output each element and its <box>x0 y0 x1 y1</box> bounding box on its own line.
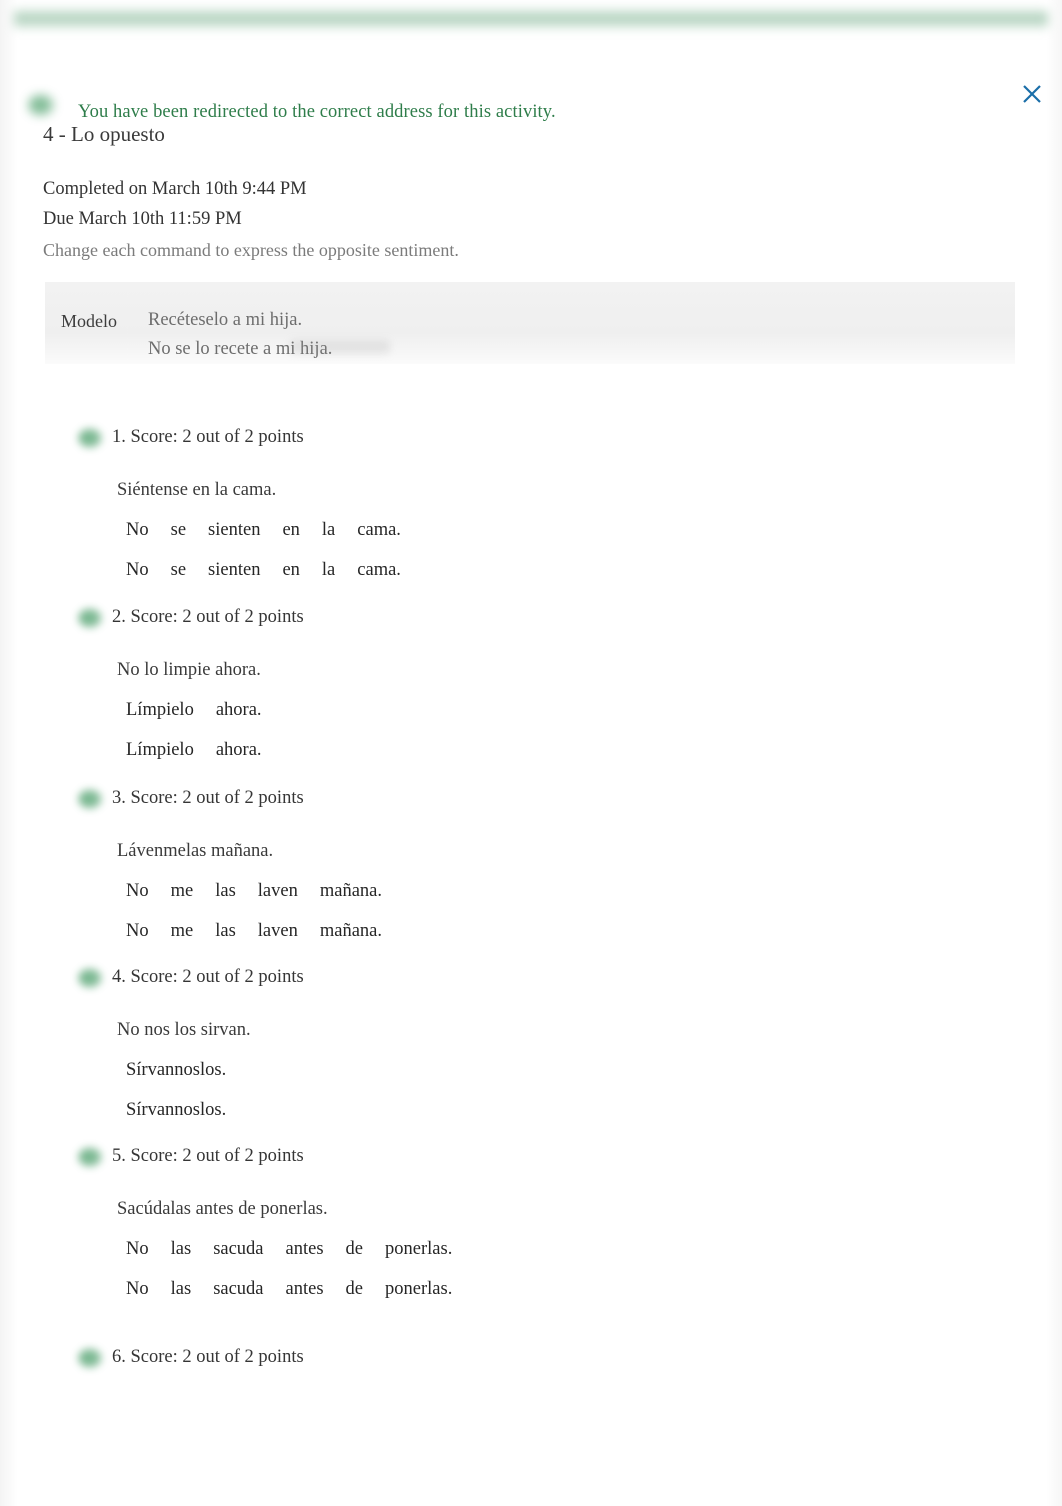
question-prompt: Sacúdalas antes de ponerlas. <box>117 1199 328 1219</box>
answer-word: antes <box>285 1239 324 1259</box>
answer-word: No <box>126 520 149 540</box>
answer-word: sienten <box>208 560 261 580</box>
answer-word: sacuda <box>213 1239 264 1259</box>
answer-word: me <box>170 881 194 901</box>
question-item: 1. Score: 2 out of 2 points Siéntense en … <box>0 424 1062 584</box>
user-answer: Límpielo ahora. <box>126 696 1062 724</box>
modelo-prompt: Recéteselo a mi hija. <box>148 310 303 330</box>
page-canvas: You have been redirected to the correct … <box>0 0 1062 1506</box>
question-score-label: 3. Score: 2 out of 2 points <box>112 788 304 808</box>
question-prompt: Siéntense en la cama. <box>117 480 277 500</box>
question-header: 2. Score: 2 out of 2 points <box>0 604 1062 646</box>
page-title: 4 - Lo opuesto <box>43 122 165 146</box>
answer-word: en <box>282 560 300 580</box>
question-item: 4. Score: 2 out of 2 points No nos los si… <box>0 964 1062 1124</box>
answer-word: se <box>170 560 187 580</box>
check-circle-icon <box>78 1348 104 1370</box>
user-answer: No se sienten en la cama. <box>126 516 1062 544</box>
correct-answer: No las sacuda antes de ponerlas. <box>126 1275 1062 1303</box>
answer-word: Sírvannoslos. <box>126 1100 227 1120</box>
top-green-banner <box>14 8 1048 30</box>
answer-word: se <box>170 520 187 540</box>
answer-word: la <box>321 520 336 540</box>
answer-word: las <box>215 921 236 941</box>
answer-word: No <box>126 881 149 901</box>
notification-bar: You have been redirected to the correct … <box>0 44 1062 122</box>
check-circle-icon <box>28 94 58 120</box>
question-score-label: 6. Score: 2 out of 2 points <box>112 1347 304 1367</box>
answer-word: ponerlas. <box>385 1279 453 1299</box>
answer-word: laven <box>257 881 298 901</box>
answer-word: ahora. <box>215 700 262 720</box>
answer-word: las <box>170 1279 192 1299</box>
check-circle-icon <box>78 1147 104 1169</box>
modelo-smudge <box>290 340 390 354</box>
answer-word: de <box>345 1239 364 1259</box>
answer-word: de <box>345 1279 364 1299</box>
question-prompt: Lávenmelas mañana. <box>117 841 274 861</box>
question-item: 3. Score: 2 out of 2 points Lávenmelas ma… <box>0 785 1062 945</box>
answer-word: sienten <box>208 520 261 540</box>
answer-word: mañana. <box>319 881 383 901</box>
answer-word: la <box>321 560 336 580</box>
correct-answer: Sírvannoslos. <box>126 1096 1062 1124</box>
question-score-label: 1. Score: 2 out of 2 points <box>112 427 304 447</box>
directions-text: Change each command to express the oppos… <box>43 240 459 260</box>
answer-word: las <box>215 881 236 901</box>
activity-meta: Completed on March 10th 9:44 PM Due Marc… <box>43 174 843 265</box>
answer-word: en <box>282 520 300 540</box>
question-prompt: No nos los sirvan. <box>117 1020 251 1040</box>
check-circle-icon <box>78 608 104 630</box>
answer-word: sacuda <box>213 1279 264 1299</box>
answer-word: me <box>170 921 194 941</box>
modelo-lines: Recéteselo a mi hija. No se lo recete a … <box>148 306 332 364</box>
question-score-label: 5. Score: 2 out of 2 points <box>112 1146 304 1166</box>
answer-word: No <box>126 560 149 580</box>
question-header: 3. Score: 2 out of 2 points <box>0 785 1062 827</box>
answer-word: Límpielo <box>126 740 194 760</box>
correct-answer: No me las laven mañana. <box>126 917 1062 945</box>
user-answer: No las sacuda antes de ponerlas. <box>126 1235 1062 1263</box>
question-score-label: 2. Score: 2 out of 2 points <box>112 607 304 627</box>
question-prompt: No lo limpie ahora. <box>117 660 261 680</box>
answer-word: ahora. <box>215 740 262 760</box>
answer-word: antes <box>285 1279 324 1299</box>
due-date-text: Due March 10th 11:59 PM <box>43 209 242 229</box>
question-header: 4. Score: 2 out of 2 points <box>0 964 1062 1006</box>
user-answer: Sírvannoslos. <box>126 1056 1062 1084</box>
answer-word: No <box>126 1279 149 1299</box>
answer-word: No <box>126 921 149 941</box>
check-circle-icon <box>78 428 104 450</box>
close-icon[interactable] <box>1021 83 1043 105</box>
user-answer: No me las laven mañana. <box>126 877 1062 905</box>
question-header: 1. Score: 2 out of 2 points <box>0 424 1062 466</box>
answer-word: las <box>170 1239 192 1259</box>
question-item: 2. Score: 2 out of 2 points No lo limpie … <box>0 604 1062 764</box>
answer-word: cama. <box>357 520 401 540</box>
question-item: 6. Score: 2 out of 2 points <box>0 1344 1062 1386</box>
correct-answer: No se sienten en la cama. <box>126 556 1062 584</box>
answer-word: Límpielo <box>126 700 194 720</box>
question-header: 5. Score: 2 out of 2 points <box>0 1143 1062 1185</box>
answer-word: Sírvannoslos. <box>126 1060 227 1080</box>
answer-word: No <box>126 1239 149 1259</box>
modelo-label: Modelo <box>61 311 117 331</box>
check-circle-icon <box>78 789 104 811</box>
completed-on-text: Completed on March 10th 9:44 PM <box>43 179 307 199</box>
correct-answer: Límpielo ahora. <box>126 736 1062 764</box>
answer-word: cama. <box>357 560 401 580</box>
answer-word: mañana. <box>319 921 383 941</box>
question-header: 6. Score: 2 out of 2 points <box>0 1344 1062 1386</box>
answer-word: ponerlas. <box>385 1239 453 1259</box>
question-score-label: 4. Score: 2 out of 2 points <box>112 967 304 987</box>
answer-word: laven <box>257 921 298 941</box>
check-circle-icon <box>78 968 104 990</box>
question-item: 5. Score: 2 out of 2 points Sacúdalas ant… <box>0 1143 1062 1303</box>
